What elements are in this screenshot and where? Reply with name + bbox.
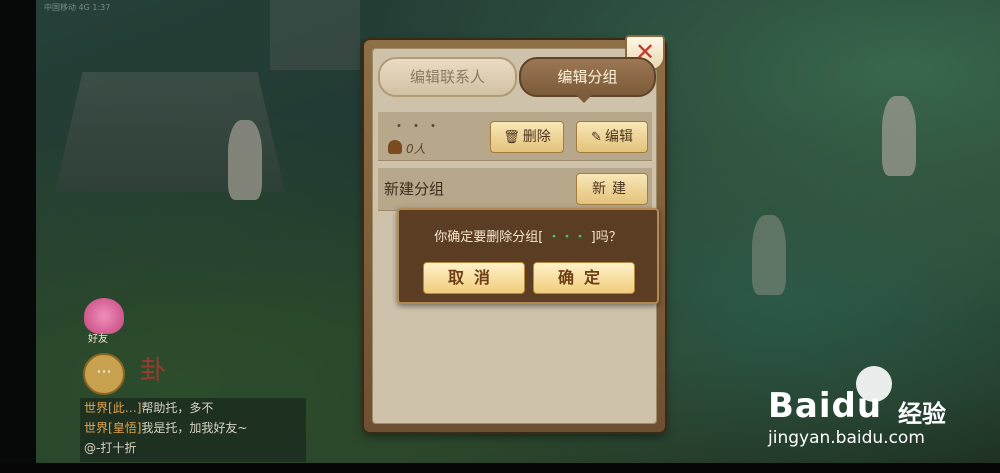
group-name: ・・・ [392,119,443,135]
message-suffix: ]吗？ [590,230,622,245]
delete-label: 删除 [522,129,551,145]
watermark-logo: Baidu [768,386,883,426]
dialog-group-name: ・・・ [543,230,591,245]
chat-text: 帮助托，多不 [141,401,214,415]
member-count: 0人 [406,142,426,156]
edit-label: 编辑 [604,129,633,145]
decorative-glyph-icon: 卦 [140,356,167,386]
edit-group-button[interactable]: ✎ 编辑 [576,121,648,153]
tab-edit-groups[interactable]: 编辑分组 [519,57,656,97]
chat-line: @-打十折 [80,438,306,458]
chat-line: 世界[皇悟]我是托，加我好友~ [80,418,306,438]
new-group-label: 新建分组 [384,180,445,198]
confirm-button[interactable]: 确定 [533,262,635,294]
chat-text: 我是托，加我好友~ [141,421,248,435]
status-bar: 中国移动 4G 1:37 [44,3,111,12]
tab-edit-contacts[interactable]: 编辑联系人 [378,57,517,97]
new-group-button[interactable]: 新建 [576,173,648,205]
chat-icon[interactable]: ··· [83,353,125,395]
person-icon [388,140,402,154]
world-chat-panel[interactable]: 世界[此…]帮助托，多不 世界[皇悟]我是托，加我好友~ @-打十折 [80,398,306,462]
watermark-url: jingyan.baidu.com [768,428,925,448]
delete-group-button[interactable]: 🗑 删除 [490,121,564,153]
screen-bottom-edge [0,463,1000,473]
dialog-message: 你确定要删除分组[ ・・・ ]吗？ [399,226,657,245]
chat-channel: 世界 [84,401,109,415]
confirm-delete-dialog: 你确定要删除分组[ ・・・ ]吗？ 取消 确定 [397,208,659,304]
trash-icon: 🗑 [503,130,520,145]
watermark-suffix: 经验 [898,400,946,428]
friends-label: 好友 [88,334,108,345]
friends-heart-icon[interactable] [84,298,124,334]
chat-text: @-打十折 [84,441,137,455]
cancel-button[interactable]: 取消 [423,262,525,294]
screen-left-edge [0,0,36,473]
chat-channel: 世界 [84,421,109,435]
active-tab-pointer [576,95,592,103]
pencil-icon: ✎ [591,130,602,145]
baidu-jingyan-watermark: Baidu 经验 jingyan.baidu.com [768,364,958,454]
message-prefix: 你确定要删除分组[ [434,230,544,245]
chat-sender[interactable]: [此…] [108,401,141,415]
chat-sender[interactable]: [皇悟] [108,421,141,435]
chat-line: 世界[此…]帮助托，多不 [80,398,306,418]
